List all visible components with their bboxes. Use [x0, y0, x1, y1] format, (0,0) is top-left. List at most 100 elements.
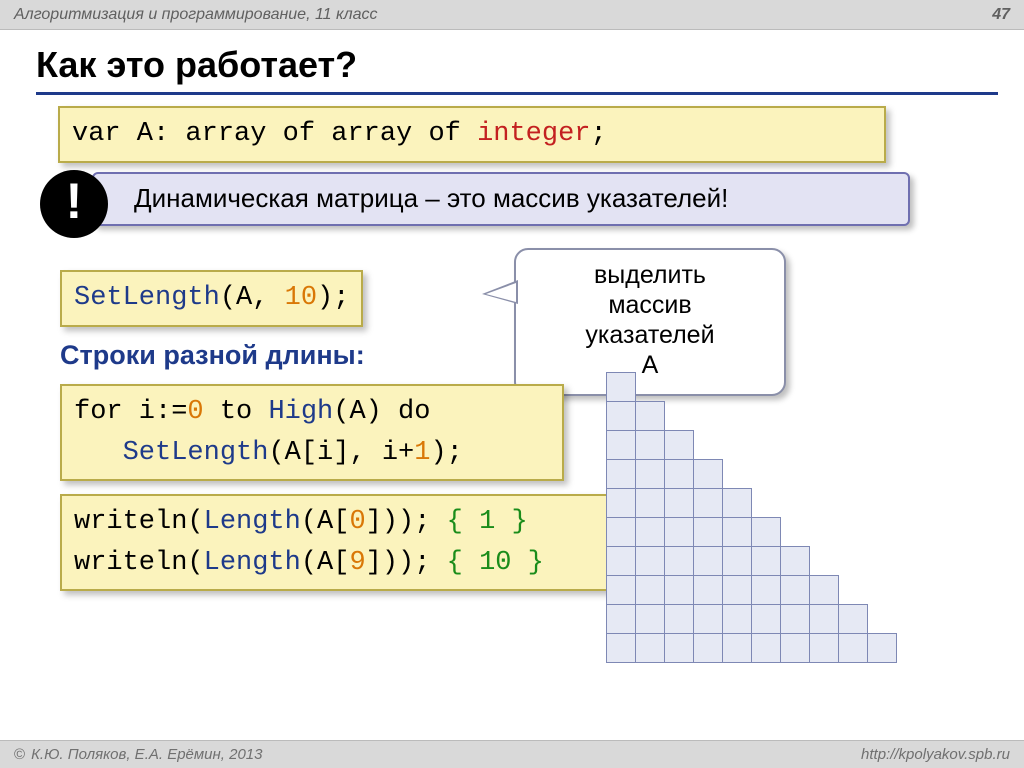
grid-cell: [722, 517, 752, 547]
grid-cell: [693, 372, 723, 402]
footer-bar: © К.Ю. Поляков, Е.А. Ерёмин, 2013 http:/…: [0, 740, 1024, 768]
grid-cell: [722, 546, 752, 576]
code-setlength: SetLength(A, 10);: [60, 270, 363, 327]
grid-row: [606, 604, 896, 633]
grid-cell: [693, 517, 723, 547]
course-title: Алгоритмизация и программирование, 11 кл…: [14, 6, 378, 24]
grid-cell: [838, 546, 868, 576]
grid-cell: [722, 633, 752, 663]
comment: { 10 }: [447, 548, 544, 578]
grid-cell: [809, 517, 839, 547]
grid-cell: [809, 372, 839, 402]
grid-cell: [751, 488, 781, 518]
grid-cell: [809, 575, 839, 605]
info-callout: Динамическая матрица – это массив указат…: [40, 172, 910, 228]
num-literal: 10: [285, 283, 317, 313]
grid-cell: [664, 575, 694, 605]
num-literal: 0: [349, 507, 365, 537]
grid-cell: [838, 604, 868, 634]
grid-cell: [693, 401, 723, 431]
grid-cell: [693, 488, 723, 518]
grid-cell: [693, 459, 723, 489]
grid-cell: [867, 430, 897, 460]
grid-cell: [606, 488, 636, 518]
grid-row: [606, 459, 896, 488]
grid-cell: [606, 604, 636, 634]
code-text: ]));: [366, 548, 447, 578]
grid-cell: [664, 372, 694, 402]
grid-cell: [722, 575, 752, 605]
grid-cell: [809, 459, 839, 489]
comment: { 1 }: [447, 507, 528, 537]
grid-cell: [606, 575, 636, 605]
code-text: for i:=: [74, 397, 187, 427]
grid-cell: [867, 546, 897, 576]
num-literal: 9: [349, 548, 365, 578]
grid-cell: [780, 430, 810, 460]
grid-cell: [664, 546, 694, 576]
grid-cell: [809, 488, 839, 518]
grid-cell: [780, 459, 810, 489]
grid-row: [606, 517, 896, 546]
page-title: Как это работает?: [36, 44, 357, 86]
footer-url: http://kpolyakov.spb.ru: [861, 746, 1010, 763]
num-literal: 0: [187, 397, 203, 427]
grid-cell: [867, 459, 897, 489]
grid-cell: [780, 372, 810, 402]
code-text: [74, 438, 123, 468]
grid-row: [606, 401, 896, 430]
grid-row: [606, 488, 896, 517]
jagged-array-diagram: [606, 372, 896, 662]
grid-cell: [722, 459, 752, 489]
grid-cell: [809, 401, 839, 431]
grid-cell: [780, 401, 810, 431]
grid-cell: [606, 459, 636, 489]
info-bubble: Динамическая матрица – это массив указат…: [92, 172, 910, 226]
grid-cell: [780, 633, 810, 663]
fn-length: Length: [204, 548, 301, 578]
grid-cell: [867, 517, 897, 547]
grid-cell: [838, 633, 868, 663]
code-text: var A: array of array of: [72, 119, 477, 149]
header-bar: Алгоритмизация и программирование, 11 кл…: [0, 0, 1024, 30]
grid-cell: [606, 372, 636, 402]
code-text: writeln(: [74, 507, 204, 537]
code-for-loop: for i:=0 to High(A) do SetLength(A[i], i…: [60, 384, 564, 481]
code-text: (A) do: [333, 397, 430, 427]
fn-setlength: SetLength: [123, 438, 269, 468]
grid-cell: [751, 517, 781, 547]
code-text: (A,: [220, 283, 285, 313]
grid-cell: [838, 488, 868, 518]
grid-cell: [635, 517, 665, 547]
fn-setlength: SetLength: [74, 283, 220, 313]
grid-cell: [809, 430, 839, 460]
grid-cell: [722, 604, 752, 634]
page-number: 47: [992, 6, 1010, 24]
grid-cell: [693, 546, 723, 576]
grid-row: [606, 430, 896, 459]
grid-cell: [664, 604, 694, 634]
code-text: (A[i], i+: [268, 438, 414, 468]
grid-cell: [809, 604, 839, 634]
grid-row: [606, 372, 896, 401]
grid-cell: [838, 459, 868, 489]
grid-cell: [606, 546, 636, 576]
code-text: ]));: [366, 507, 447, 537]
grid-cell: [751, 575, 781, 605]
grid-cell: [751, 546, 781, 576]
code-writeln: writeln(Length(A[0])); { 1 } writeln(Len…: [60, 494, 630, 591]
grid-cell: [809, 546, 839, 576]
grid-cell: [722, 488, 752, 518]
copyright-icon: ©: [14, 746, 25, 763]
grid-cell: [635, 401, 665, 431]
code-text: (A[: [301, 548, 350, 578]
grid-row: [606, 546, 896, 575]
grid-cell: [635, 459, 665, 489]
grid-cell: [867, 604, 897, 634]
code-text: );: [317, 283, 349, 313]
grid-cell: [751, 633, 781, 663]
grid-cell: [635, 430, 665, 460]
title-underline: [36, 92, 998, 95]
grid-cell: [780, 575, 810, 605]
exclamation-icon: !: [40, 170, 108, 238]
